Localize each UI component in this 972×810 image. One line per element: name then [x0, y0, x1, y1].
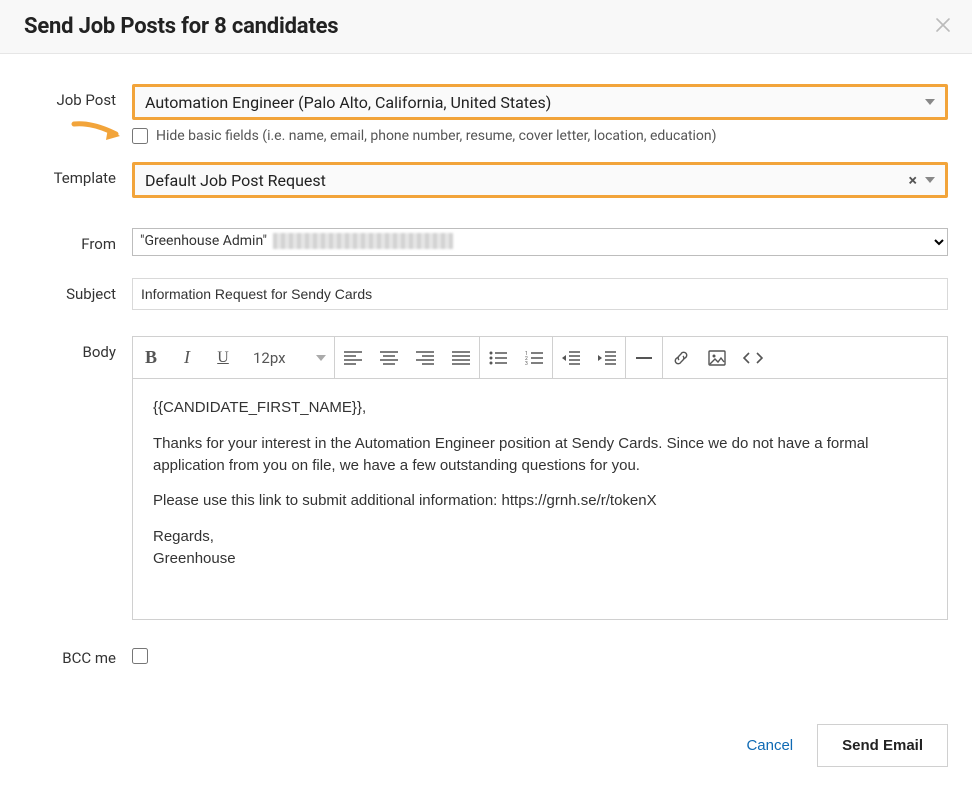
template-selected-value: Default Job Post Request: [145, 171, 326, 190]
body-label: Body: [24, 336, 132, 361]
editor-content[interactable]: {{CANDIDATE_FIRST_NAME}}, Thanks for you…: [133, 379, 947, 619]
from-label: From: [24, 228, 132, 253]
outdent-button[interactable]: [553, 337, 589, 378]
job-post-label: Job Post: [24, 84, 132, 109]
link-button[interactable]: [663, 337, 699, 378]
modal-body: Job Post Automation Engineer (Palo Alto,…: [0, 54, 972, 706]
bcc-label: BCC me: [24, 649, 132, 667]
bcc-row: BCC me: [24, 648, 948, 668]
subject-row: Subject: [24, 278, 948, 310]
font-size-select[interactable]: 12px: [241, 349, 334, 367]
unordered-list-button[interactable]: [480, 337, 516, 378]
body-p1: Thanks for your interest in the Automati…: [153, 433, 927, 477]
template-label: Template: [24, 162, 132, 187]
job-post-selected-value: Automation Engineer (Palo Alto, Californ…: [145, 93, 551, 112]
hide-fields-row[interactable]: Hide basic fields (i.e. name, email, pho…: [132, 128, 948, 144]
bold-button[interactable]: B: [133, 337, 169, 378]
italic-button[interactable]: I: [169, 337, 205, 378]
hide-fields-checkbox[interactable]: [132, 128, 148, 144]
job-post-select[interactable]: Automation Engineer (Palo Alto, Californ…: [132, 84, 948, 120]
from-row: From "Greenhouse Admin": [24, 228, 948, 256]
from-select[interactable]: [132, 228, 948, 256]
body-signoff1: Regards,: [153, 526, 927, 548]
font-size-value: 12px: [253, 349, 286, 367]
underline-button[interactable]: U: [205, 337, 241, 378]
horizontal-rule-button[interactable]: [626, 337, 662, 378]
ordered-list-button[interactable]: 123: [516, 337, 552, 378]
cancel-button[interactable]: Cancel: [742, 731, 797, 760]
caret-down-icon: [925, 99, 935, 105]
annotation-arrow-icon: [70, 118, 126, 150]
job-post-row: Job Post Automation Engineer (Palo Alto,…: [24, 84, 948, 148]
indent-button[interactable]: [589, 337, 625, 378]
body-p2: Please use this link to submit additiona…: [153, 490, 927, 512]
rich-text-editor: B I U 12px: [132, 336, 948, 620]
hide-fields-label: Hide basic fields (i.e. name, email, pho…: [156, 128, 717, 144]
image-button[interactable]: [699, 337, 735, 378]
template-row: Template Default Job Post Request ×: [24, 162, 948, 198]
body-signoff2: Greenhouse: [153, 548, 927, 570]
editor-toolbar: B I U 12px: [133, 337, 947, 379]
modal-header: Send Job Posts for 8 candidates: [0, 0, 972, 54]
modal-footer: Cancel Send Email: [0, 706, 972, 787]
align-center-button[interactable]: [371, 337, 407, 378]
align-justify-button[interactable]: [443, 337, 479, 378]
subject-input[interactable]: [132, 278, 948, 310]
body-greeting: {{CANDIDATE_FIRST_NAME}},: [153, 397, 927, 419]
body-row: Body B I U 12px: [24, 336, 948, 620]
subject-label: Subject: [24, 278, 132, 303]
svg-text:3: 3: [525, 361, 528, 365]
template-select[interactable]: Default Job Post Request ×: [132, 162, 948, 198]
send-email-button[interactable]: Send Email: [817, 724, 948, 767]
bcc-checkbox[interactable]: [132, 648, 148, 664]
caret-down-icon: [316, 355, 326, 361]
close-icon[interactable]: [932, 14, 954, 36]
align-left-button[interactable]: [335, 337, 371, 378]
align-right-button[interactable]: [407, 337, 443, 378]
clear-template-icon[interactable]: ×: [909, 171, 918, 190]
code-button[interactable]: [735, 337, 771, 378]
modal-title: Send Job Posts for 8 candidates: [24, 14, 338, 39]
caret-down-icon: [925, 177, 935, 183]
